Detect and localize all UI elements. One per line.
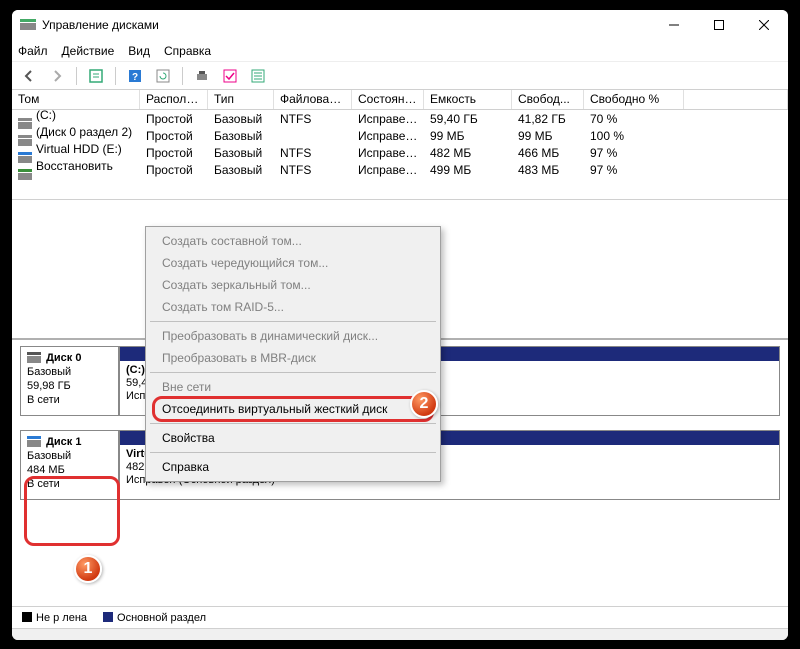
toolbar: ? (12, 62, 788, 90)
disk-1-title: Диск 1 (46, 436, 81, 448)
volume-name: (C:) (36, 108, 56, 122)
col-layout[interactable]: Располо... (140, 90, 208, 109)
disk-0-title: Диск 0 (46, 352, 81, 364)
volume-layout: Простой (140, 112, 208, 126)
menu-help[interactable]: Справка (164, 44, 211, 58)
volume-free: 483 МБ (512, 163, 584, 177)
refresh-icon[interactable] (152, 65, 174, 87)
volume-free: 41,82 ГБ (512, 112, 584, 126)
volume-capacity: 499 МБ (424, 163, 512, 177)
ctx-offline: Вне сети (148, 376, 438, 398)
disk-1-state: В сети (27, 478, 60, 490)
legend-unallocated: Не р лена (22, 612, 87, 624)
col-fs[interactable]: Файловая с... (274, 90, 352, 109)
volume-type: Базовый (208, 129, 274, 143)
volume-fs: NTFS (274, 146, 352, 160)
check-icon[interactable] (219, 65, 241, 87)
ctx-to-dynamic: Преобразовать в динамический диск... (148, 325, 438, 347)
col-free[interactable]: Свобод... (512, 90, 584, 109)
menu-action[interactable]: Действие (62, 44, 115, 58)
ctx-create-composite: Создать составной том... (148, 230, 438, 252)
volume-freepct: 97 % (584, 163, 684, 177)
volume-name: Virtual HDD (E:) (36, 142, 122, 156)
help-icon[interactable]: ? (124, 65, 146, 87)
volume-capacity: 59,40 ГБ (424, 112, 512, 126)
back-button[interactable] (18, 65, 40, 87)
disk-0-type: Базовый (27, 366, 71, 378)
disk-1-size: 484 МБ (27, 464, 65, 476)
ctx-help[interactable]: Справка (148, 456, 438, 478)
volume-status: Исправен... (352, 146, 424, 160)
volume-freepct: 100 % (584, 129, 684, 143)
volume-list[interactable]: (C:)ПростойБазовыйNTFSИсправен...59,40 Г… (12, 110, 788, 200)
volume-status: Исправен... (352, 129, 424, 143)
ctx-to-mbr: Преобразовать в MBR-диск (148, 347, 438, 369)
volume-capacity: 99 МБ (424, 129, 512, 143)
disk-1-type: Базовый (27, 450, 71, 462)
ctx-detach-vhd[interactable]: Отсоединить виртуальный жесткий диск (148, 398, 438, 420)
menu-view[interactable]: Вид (128, 44, 150, 58)
legend: Не р лена Основной раздел (12, 606, 788, 628)
disk-context-menu: Создать составной том... Создать чередую… (145, 226, 441, 482)
volume-layout: Простой (140, 163, 208, 177)
col-status[interactable]: Состояние (352, 90, 424, 109)
maximize-button[interactable] (696, 11, 741, 39)
svg-text:?: ? (132, 72, 138, 83)
col-capacity[interactable]: Емкость (424, 90, 512, 109)
window-title: Управление дисками (42, 18, 651, 32)
statusbar (12, 628, 788, 640)
volume-name: Восстановить (36, 159, 113, 173)
volume-free: 466 МБ (512, 146, 584, 160)
volume-fs: NTFS (274, 163, 352, 177)
forward-button[interactable] (46, 65, 68, 87)
volume-status: Исправен... (352, 112, 424, 126)
app-icon (20, 19, 36, 31)
disk-0-state: В сети (27, 394, 60, 406)
titlebar: Управление дисками (12, 10, 788, 40)
tool-properties-icon[interactable] (85, 65, 107, 87)
part-c-title: (C:) (126, 364, 145, 376)
volume-row[interactable]: Восстановить ПростойБазовыйNTFSИсправен..… (12, 161, 788, 178)
volume-type: Базовый (208, 163, 274, 177)
ctx-create-mirrored: Создать зеркальный том... (148, 274, 438, 296)
disk-management-window: Управление дисками Файл Действие Вид Спр… (12, 10, 788, 640)
menu-file[interactable]: Файл (18, 44, 48, 58)
disk-0-header[interactable]: Диск 0 Базовый 59,98 ГБ В сети (21, 347, 119, 415)
volume-layout: Простой (140, 146, 208, 160)
disk-0-size: 59,98 ГБ (27, 380, 71, 392)
list-icon[interactable] (247, 65, 269, 87)
volume-fs: NTFS (274, 112, 352, 126)
col-freepct[interactable]: Свободно % (584, 90, 684, 109)
volume-capacity: 482 МБ (424, 146, 512, 160)
col-volume[interactable]: Том (12, 90, 140, 109)
ctx-properties[interactable]: Свойства (148, 427, 438, 449)
legend-primary: Основной раздел (103, 612, 206, 624)
volume-status: Исправен... (352, 163, 424, 177)
volume-name: (Диск 0 раздел 2) (36, 125, 132, 139)
ctx-create-striped: Создать чередующийся том... (148, 252, 438, 274)
volume-type: Базовый (208, 146, 274, 160)
close-button[interactable] (741, 11, 786, 39)
volume-list-header: Том Располо... Тип Файловая с... Состоян… (12, 90, 788, 110)
volume-layout: Простой (140, 129, 208, 143)
settings-icon[interactable] (191, 65, 213, 87)
volume-free: 99 МБ (512, 129, 584, 143)
volume-icon (18, 169, 32, 180)
minimize-button[interactable] (651, 11, 696, 39)
col-type[interactable]: Тип (208, 90, 274, 109)
volume-freepct: 70 % (584, 112, 684, 126)
menubar: Файл Действие Вид Справка (12, 40, 788, 62)
ctx-create-raid5: Создать том RAID-5... (148, 296, 438, 318)
volume-freepct: 97 % (584, 146, 684, 160)
disk-1-header[interactable]: Диск 1 Базовый 484 МБ В сети (21, 431, 119, 499)
volume-type: Базовый (208, 112, 274, 126)
